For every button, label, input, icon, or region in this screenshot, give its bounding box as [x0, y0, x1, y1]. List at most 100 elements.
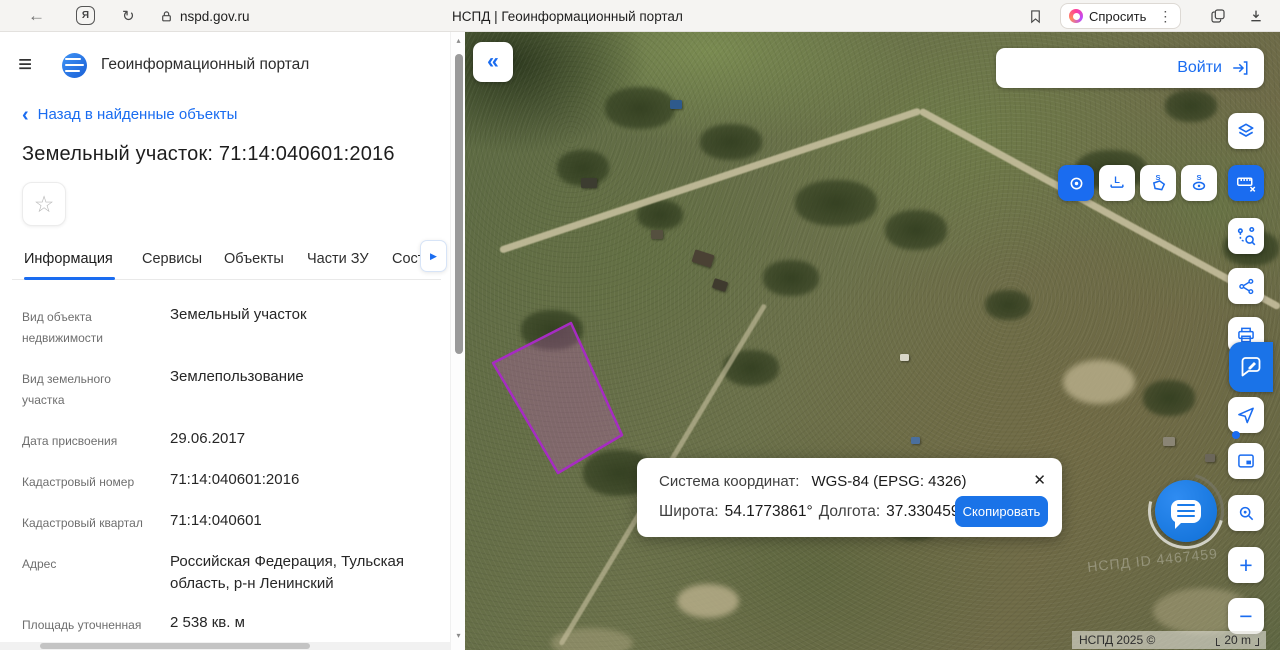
field-label: Дата присвоения: [22, 428, 170, 452]
scale-tick: [1255, 638, 1259, 646]
measure-point-button[interactable]: [1058, 165, 1094, 201]
share-button[interactable]: [1228, 268, 1264, 304]
field-value: 2 538 кв. м: [170, 612, 275, 636]
navigation-arrow-icon: [1236, 405, 1256, 425]
app-title: Геоинформационный портал: [101, 56, 309, 74]
tab-services[interactable]: Сервисы: [142, 251, 202, 279]
latitude-value: 54.1773861°: [725, 503, 813, 521]
svg-text:L: L: [1114, 175, 1120, 185]
sidebar: ≡ Геоинформационный портал ‹ Назад в най…: [0, 32, 465, 650]
search-locate-icon: [1236, 503, 1256, 523]
ruler-close-icon: [1236, 173, 1257, 194]
zoom-out-button[interactable]: −: [1228, 598, 1264, 634]
page-tab-title: НСПД | Геоинформационный портал: [452, 0, 683, 32]
field-value: Землепользование: [170, 366, 334, 411]
measure-length-button[interactable]: L: [1099, 165, 1135, 201]
back-link[interactable]: ‹ Назад в найденные объекты: [22, 106, 441, 123]
minus-icon: −: [1239, 603, 1252, 630]
back-link-label: Назад в найденные объекты: [38, 106, 238, 123]
ask-button[interactable]: Спросить ⋮: [1060, 3, 1181, 29]
field-row: Кадастровый квартал 71:14:040601: [22, 510, 441, 534]
overview-map-button[interactable]: [1228, 443, 1264, 479]
ask-label: Спросить: [1089, 9, 1146, 24]
double-chevron-left-icon: «: [487, 50, 499, 74]
scale-bar: 20 m: [1216, 634, 1259, 646]
measure-area-ellipse-button[interactable]: S: [1181, 165, 1217, 201]
sidebar-horizontal-scrollbar[interactable]: [0, 642, 450, 650]
feedback-pen-icon: [1239, 355, 1263, 379]
field-row: Вид объекта недвижимости Земельный участ…: [22, 304, 441, 349]
field-value: Российская Федерация, Тульская область, …: [170, 551, 441, 595]
measure-area-polygon-button[interactable]: S: [1140, 165, 1176, 201]
tab-objects[interactable]: Объекты: [224, 251, 284, 279]
locate-me-button[interactable]: [1228, 397, 1264, 433]
length-icon: L: [1107, 173, 1127, 193]
tab-bar: Информация Сервисы Объекты Части ЗУ Сост…: [12, 244, 441, 280]
scrollbar-thumb[interactable]: [40, 643, 310, 649]
field-row: Вид земельного участка Землепользование: [22, 366, 441, 411]
download-icon[interactable]: [1248, 0, 1264, 32]
zoom-in-button[interactable]: +: [1228, 547, 1264, 583]
ai-spark-icon: [1069, 9, 1083, 23]
login-button[interactable]: Войти: [996, 48, 1264, 88]
tab-information[interactable]: Информация: [24, 251, 113, 279]
tab-panels-icon[interactable]: [1210, 0, 1226, 32]
screen: ← Я ↻ nspd.gov.ru НСПД | Геоинформационн…: [0, 0, 1280, 650]
scale-label: 20 m: [1224, 634, 1251, 646]
favorite-button[interactable]: ☆: [22, 182, 66, 226]
info-fields: Вид объекта недвижимости Земельный участ…: [12, 280, 441, 650]
field-row: Площадь уточненная 2 538 кв. м: [22, 612, 441, 636]
svg-text:S: S: [1196, 173, 1201, 182]
object-title: Земельный участок: 71:14:040601:2016: [22, 143, 441, 166]
star-icon: ☆: [34, 191, 55, 218]
notification-dot: [1232, 431, 1240, 439]
field-label: Адрес: [22, 551, 170, 595]
field-label: Кадастровый квартал: [22, 510, 170, 534]
sidebar-vertical-scrollbar[interactable]: ▴ ▾: [450, 32, 465, 650]
field-value: 71:14:040601:2016: [170, 469, 329, 493]
tabs-scroll-right-button[interactable]: ▶: [420, 240, 447, 272]
copy-coordinates-button[interactable]: Скопировать: [955, 496, 1048, 527]
field-value: Земельный участок: [170, 304, 337, 349]
browser-logo-icon[interactable]: Я: [76, 6, 95, 25]
attribution-text: НСПД 2025 ©: [1079, 633, 1155, 647]
minimap-icon: [1236, 451, 1256, 471]
url-field[interactable]: nspd.gov.ru: [180, 0, 250, 32]
scrollbar-thumb[interactable]: [455, 54, 463, 354]
route-search-icon: [1236, 226, 1257, 247]
chat-widget-button[interactable]: [1155, 480, 1217, 542]
field-label: Площадь уточненная: [22, 612, 170, 636]
tab-parcel-parts[interactable]: Части ЗУ: [307, 251, 369, 279]
browser-back-icon[interactable]: ←: [28, 0, 45, 32]
route-search-button[interactable]: [1228, 218, 1264, 254]
layers-icon: [1236, 121, 1256, 141]
layers-button[interactable]: [1228, 113, 1264, 149]
map-canvas[interactable]: НСПД ID 4467459 « Войти L S S: [465, 32, 1280, 650]
scale-tick: [1216, 638, 1220, 646]
scroll-down-icon[interactable]: ▾: [451, 631, 465, 640]
kebab-icon[interactable]: ⋮: [1158, 8, 1172, 25]
point-icon: [1067, 174, 1086, 193]
refresh-icon[interactable]: ↻: [122, 0, 135, 32]
field-row: Кадастровый номер 71:14:040601:2016: [22, 469, 441, 493]
field-label: Вид земельного участка: [22, 366, 170, 411]
area-polygon-icon: S: [1148, 173, 1168, 193]
measure-tool-button[interactable]: [1228, 165, 1264, 201]
feedback-button[interactable]: [1229, 342, 1273, 392]
sidebar-collapse-button[interactable]: «: [473, 42, 513, 82]
scroll-up-icon[interactable]: ▴: [451, 36, 465, 45]
close-icon[interactable]: ✕: [1033, 471, 1046, 489]
browser-bar: ← Я ↻ nspd.gov.ru НСПД | Геоинформационн…: [0, 0, 1280, 32]
field-row: Адрес Российская Федерация, Тульская обл…: [22, 551, 441, 595]
login-label: Войти: [1177, 59, 1222, 77]
field-label: Вид объекта недвижимости: [22, 304, 170, 349]
login-arrow-icon: [1231, 59, 1249, 77]
coordinate-search-button[interactable]: [1228, 495, 1264, 531]
chevron-right-icon: ▶: [430, 251, 437, 262]
field-label: Кадастровый номер: [22, 469, 170, 493]
chat-bubble-icon: [1171, 500, 1201, 523]
lock-icon[interactable]: [160, 0, 173, 32]
menu-icon[interactable]: ≡: [12, 54, 38, 76]
bookmark-icon[interactable]: [1028, 0, 1043, 32]
coord-system-value: WGS-84 (EPSG: 4326): [811, 473, 966, 490]
